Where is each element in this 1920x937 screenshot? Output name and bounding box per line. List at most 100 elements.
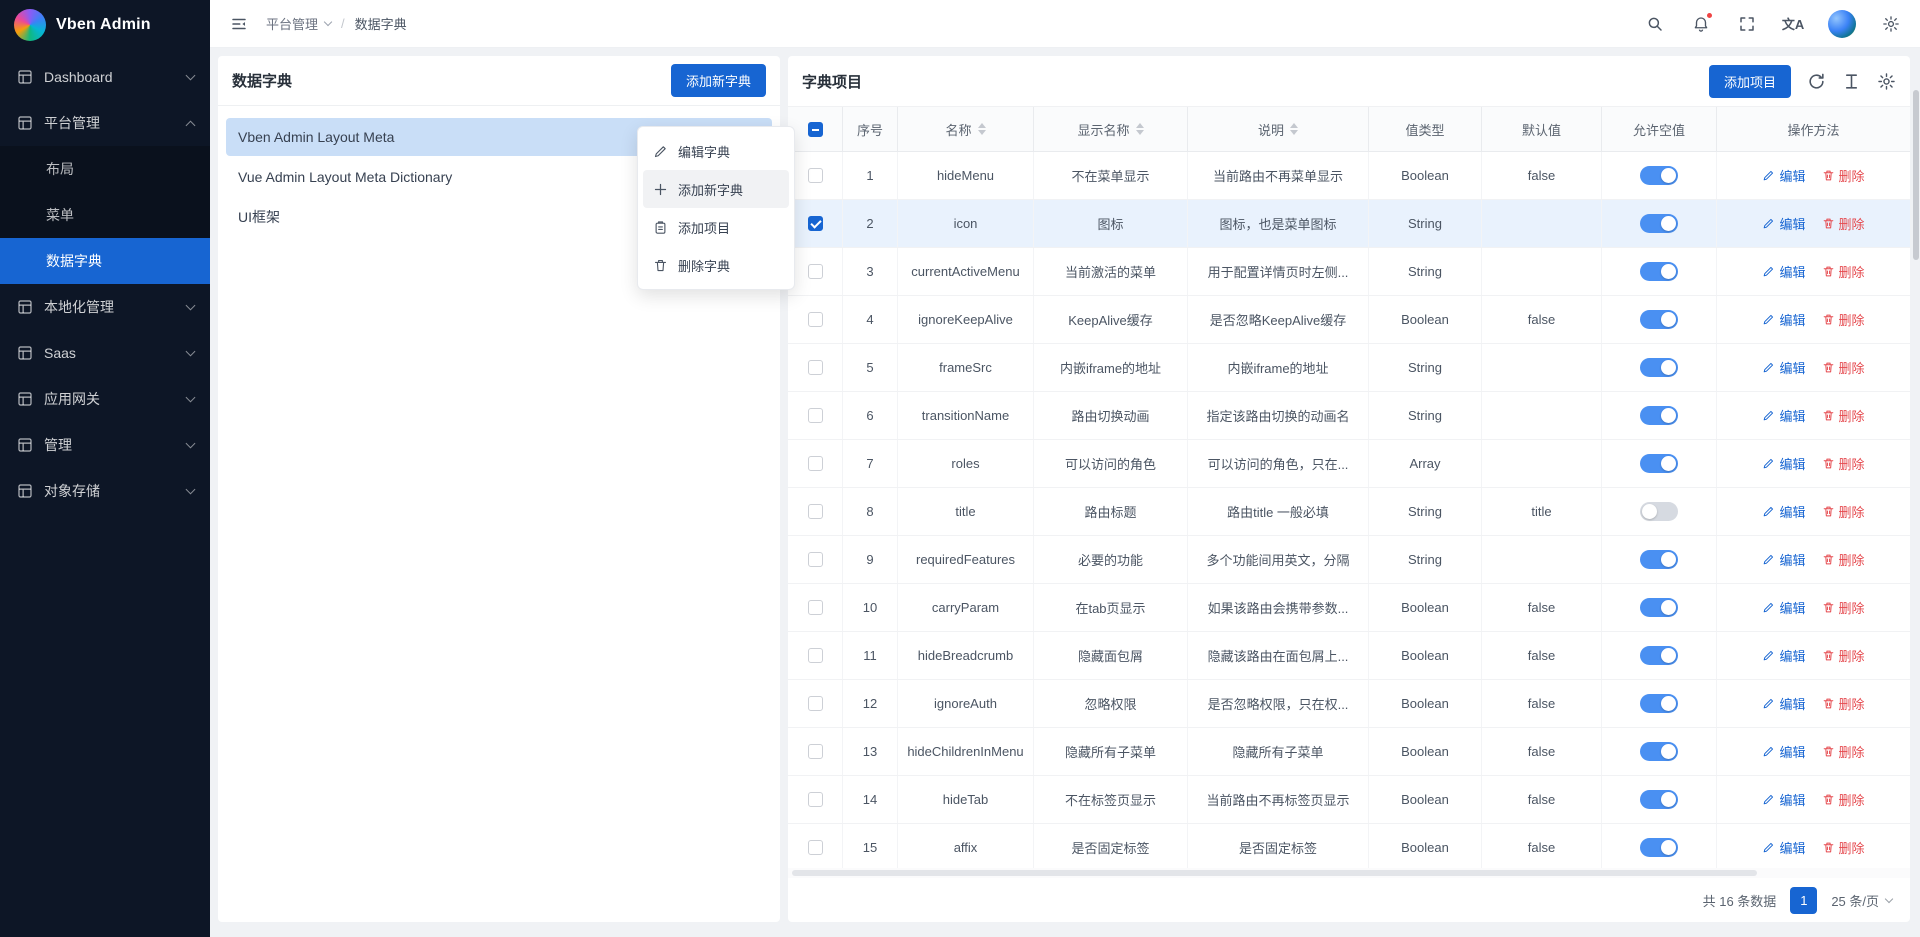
row-checkbox[interactable] xyxy=(808,696,823,711)
settings-icon[interactable] xyxy=(1880,13,1902,35)
allow-empty-toggle[interactable] xyxy=(1640,310,1678,329)
notification-icon[interactable] xyxy=(1690,13,1712,35)
row-checkbox[interactable] xyxy=(808,792,823,807)
table-row[interactable]: 15 affix 是否固定标签 是否固定标签 Boolean false xyxy=(788,824,1910,868)
allow-empty-toggle[interactable] xyxy=(1640,214,1678,233)
allow-empty-toggle[interactable] xyxy=(1640,790,1678,809)
logo[interactable]: Vben Admin xyxy=(0,0,210,50)
sidebar-item-storage[interactable]: 对象存储 xyxy=(0,468,210,514)
table-row[interactable]: 6 transitionName 路由切换动画 指定该路由切换的动画名 Stri… xyxy=(788,392,1910,440)
menu-collapse-icon[interactable] xyxy=(228,13,250,35)
row-checkbox[interactable] xyxy=(808,504,823,519)
context-menu-delete-dictionary[interactable]: 删除字典 xyxy=(643,246,789,284)
row-checkbox[interactable] xyxy=(808,360,823,375)
delete-link[interactable]: 删除 xyxy=(1822,214,1865,233)
add-item-button[interactable]: 添加项目 xyxy=(1709,65,1791,98)
edit-link[interactable]: 编辑 xyxy=(1762,838,1805,857)
edit-link[interactable]: 编辑 xyxy=(1762,166,1805,185)
table-row[interactable]: 14 hideTab 不在标签页显示 当前路由不再标签页显示 Boolean f… xyxy=(788,776,1910,824)
row-height-icon[interactable] xyxy=(1842,72,1861,91)
vertical-scrollbar-thumb[interactable] xyxy=(1913,90,1919,260)
table-row[interactable]: 3 currentActiveMenu 当前激活的菜单 用于配置详情页时左侧..… xyxy=(788,248,1910,296)
refresh-icon[interactable] xyxy=(1807,72,1826,91)
sidebar-item-manage[interactable]: 管理 xyxy=(0,422,210,468)
edit-link[interactable]: 编辑 xyxy=(1762,790,1805,809)
edit-link[interactable]: 编辑 xyxy=(1762,214,1805,233)
table-row[interactable]: 4 ignoreKeepAlive KeepAlive缓存 是否忽略KeepAl… xyxy=(788,296,1910,344)
table-row[interactable]: 2 icon 图标 图标，也是菜单图标 String xyxy=(788,200,1910,248)
sidebar-item-data-dictionary[interactable]: 数据字典 xyxy=(0,238,210,284)
allow-empty-toggle[interactable] xyxy=(1640,406,1678,425)
row-checkbox[interactable] xyxy=(808,216,823,231)
allow-empty-toggle[interactable] xyxy=(1640,358,1678,377)
edit-link[interactable]: 编辑 xyxy=(1762,742,1805,761)
select-all-checkbox[interactable] xyxy=(808,122,823,137)
add-dictionary-button[interactable]: 添加新字典 xyxy=(671,64,766,97)
header-cell-display-name[interactable]: 显示名称 xyxy=(1034,107,1188,151)
table-row[interactable]: 1 hideMenu 不在菜单显示 当前路由不再菜单显示 Boolean fal… xyxy=(788,152,1910,200)
table-row[interactable]: 9 requiredFeatures 必要的功能 多个功能间用英文，分隔 Str… xyxy=(788,536,1910,584)
table-settings-icon[interactable] xyxy=(1877,72,1896,91)
table-row[interactable]: 13 hideChildrenInMenu 隐藏所有子菜单 隐藏所有子菜单 Bo… xyxy=(788,728,1910,776)
edit-link[interactable]: 编辑 xyxy=(1762,694,1805,713)
delete-link[interactable]: 删除 xyxy=(1822,550,1865,569)
delete-link[interactable]: 删除 xyxy=(1822,310,1865,329)
allow-empty-toggle[interactable] xyxy=(1640,502,1678,521)
sidebar-item-saas[interactable]: Saas xyxy=(0,330,210,376)
edit-link[interactable]: 编辑 xyxy=(1762,310,1805,329)
row-checkbox[interactable] xyxy=(808,552,823,567)
allow-empty-toggle[interactable] xyxy=(1640,550,1678,569)
breadcrumb-root[interactable]: 平台管理 xyxy=(266,14,331,33)
row-checkbox[interactable] xyxy=(808,408,823,423)
page-size-select[interactable]: 25 条/页 xyxy=(1831,891,1892,910)
delete-link[interactable]: 删除 xyxy=(1822,358,1865,377)
delete-link[interactable]: 删除 xyxy=(1822,262,1865,281)
vertical-scrollbar[interactable] xyxy=(1913,52,1919,933)
table-row[interactable]: 5 frameSrc 内嵌iframe的地址 内嵌iframe的地址 Strin… xyxy=(788,344,1910,392)
row-checkbox[interactable] xyxy=(808,840,823,855)
allow-empty-toggle[interactable] xyxy=(1640,454,1678,473)
horizontal-scrollbar[interactable] xyxy=(788,868,1910,878)
row-checkbox[interactable] xyxy=(808,312,823,327)
edit-link[interactable]: 编辑 xyxy=(1762,502,1805,521)
edit-link[interactable]: 编辑 xyxy=(1762,550,1805,569)
delete-link[interactable]: 删除 xyxy=(1822,598,1865,617)
context-menu-edit-dictionary[interactable]: 编辑字典 xyxy=(643,132,789,170)
sidebar-item-localization[interactable]: 本地化管理 xyxy=(0,284,210,330)
allow-empty-toggle[interactable] xyxy=(1640,166,1678,185)
header-cell-description[interactable]: 说明 xyxy=(1188,107,1369,151)
edit-link[interactable]: 编辑 xyxy=(1762,406,1805,425)
horizontal-scrollbar-thumb[interactable] xyxy=(792,870,1757,876)
sidebar-item-dashboard[interactable]: Dashboard xyxy=(0,54,210,100)
page-1-button[interactable]: 1 xyxy=(1790,887,1817,914)
header-cell-name[interactable]: 名称 xyxy=(898,107,1034,151)
row-checkbox[interactable] xyxy=(808,648,823,663)
edit-link[interactable]: 编辑 xyxy=(1762,646,1805,665)
delete-link[interactable]: 删除 xyxy=(1822,406,1865,425)
row-checkbox[interactable] xyxy=(808,456,823,471)
edit-link[interactable]: 编辑 xyxy=(1762,598,1805,617)
delete-link[interactable]: 删除 xyxy=(1822,742,1865,761)
table-row[interactable]: 7 roles 可以访问的角色 可以访问的角色，只在... Array xyxy=(788,440,1910,488)
context-menu-add-item[interactable]: 添加项目 xyxy=(643,208,789,246)
allow-empty-toggle[interactable] xyxy=(1640,838,1678,857)
context-menu-add-dictionary[interactable]: 添加新字典 xyxy=(643,170,789,208)
delete-link[interactable]: 删除 xyxy=(1822,454,1865,473)
delete-link[interactable]: 删除 xyxy=(1822,838,1865,857)
delete-link[interactable]: 删除 xyxy=(1822,790,1865,809)
row-checkbox[interactable] xyxy=(808,600,823,615)
row-checkbox[interactable] xyxy=(808,264,823,279)
translate-icon[interactable]: 文A xyxy=(1782,13,1804,35)
delete-link[interactable]: 删除 xyxy=(1822,646,1865,665)
delete-link[interactable]: 删除 xyxy=(1822,502,1865,521)
row-checkbox[interactable] xyxy=(808,168,823,183)
edit-link[interactable]: 编辑 xyxy=(1762,358,1805,377)
allow-empty-toggle[interactable] xyxy=(1640,694,1678,713)
delete-link[interactable]: 删除 xyxy=(1822,694,1865,713)
allow-empty-toggle[interactable] xyxy=(1640,262,1678,281)
table-row[interactable]: 11 hideBreadcrumb 隐藏面包屑 隐藏该路由在面包屑上... Bo… xyxy=(788,632,1910,680)
table-row[interactable]: 12 ignoreAuth 忽略权限 是否忽略权限，只在权... Boolean… xyxy=(788,680,1910,728)
fullscreen-icon[interactable] xyxy=(1736,13,1758,35)
sidebar-item-layout[interactable]: 布局 xyxy=(0,146,210,192)
search-icon[interactable] xyxy=(1644,13,1666,35)
